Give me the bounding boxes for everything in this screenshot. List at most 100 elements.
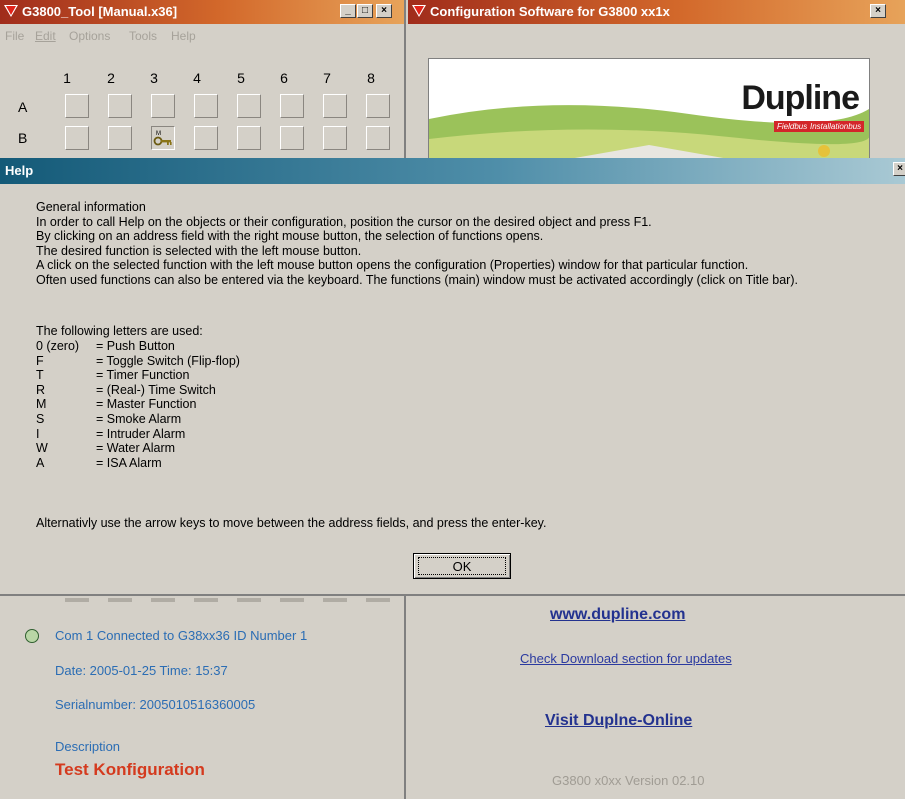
- letter-row: I = Intruder Alarm: [36, 427, 240, 442]
- address-cell-b2[interactable]: [108, 126, 132, 150]
- letter-key: I: [36, 426, 40, 441]
- config-window-title: Configuration Software for G3800 xx1x: [430, 4, 670, 19]
- column-header: 5: [237, 70, 245, 86]
- letter-key: W: [36, 441, 48, 456]
- menu-help[interactable]: Help: [171, 29, 196, 43]
- main-window-title: G3800_Tool [Manual.x36]: [22, 4, 178, 19]
- letter-value: = Toggle Switch (Flip-flop): [96, 353, 240, 368]
- letter-value: = Water Alarm: [96, 441, 176, 456]
- letter-row: 0 (zero) = Push Button: [36, 339, 240, 354]
- description-value: Test Konfiguration: [55, 760, 205, 779]
- column-header: 8: [367, 70, 375, 86]
- logo-tag-installationbus: Installationbus: [807, 121, 865, 132]
- menu-tools[interactable]: Tools: [129, 29, 157, 43]
- master-key-icon: M: [153, 131, 172, 146]
- column-header: 4: [193, 70, 201, 86]
- download-link[interactable]: Check Download section for updates: [520, 651, 732, 666]
- help-line: General information: [36, 200, 146, 214]
- help-line: By clicking on an address field with the…: [36, 229, 544, 244]
- letter-key: 0 (zero): [36, 339, 80, 353]
- address-cell-a3[interactable]: [151, 94, 175, 118]
- description-label: Description: [55, 739, 121, 754]
- letter-value: = Push Button: [96, 339, 175, 353]
- letter-value: = Timer Function: [96, 368, 190, 383]
- address-cell-b5[interactable]: [237, 126, 261, 150]
- letter-row: R = (Real-) Time Switch: [36, 383, 240, 398]
- letter-key: T: [36, 368, 44, 383]
- address-cell-a7[interactable]: [323, 94, 347, 118]
- menu-bar: File Edit Options Tools Help: [0, 26, 404, 46]
- ok-button[interactable]: OK: [413, 553, 511, 579]
- column-header: 7: [323, 70, 331, 86]
- address-cell-a1[interactable]: [65, 94, 89, 118]
- letter-value: = (Real-) Time Switch: [96, 382, 216, 397]
- help-close-button[interactable]: ×: [893, 162, 905, 176]
- letter-value: = Intruder Alarm: [96, 426, 186, 441]
- column-header: 2: [107, 70, 115, 86]
- letter-row: M = Master Function: [36, 397, 240, 412]
- letters-list: 0 (zero) = Push Button F = Toggle Switch (…: [36, 339, 240, 470]
- address-cell-b7[interactable]: [323, 126, 347, 150]
- letter-value: = ISA Alarm: [96, 455, 162, 470]
- address-cell-a6[interactable]: [280, 94, 304, 118]
- minimize-button[interactable]: _: [340, 4, 356, 18]
- menu-edit[interactable]: Edit: [35, 29, 56, 43]
- logo-tag-fieldbus: Fieldbus: [774, 121, 811, 132]
- help-line: In order to call Help on the objects or …: [36, 214, 652, 229]
- help-intro: General information In order to call Hel…: [36, 200, 798, 288]
- help-line: The desired function is selected with th…: [36, 243, 362, 258]
- letter-row: T = Timer Function: [36, 368, 240, 383]
- address-cell-a8[interactable]: [366, 94, 390, 118]
- help-footer: Alternativly use the arrow keys to move …: [36, 516, 547, 530]
- version-text: G3800 x0xx Version 02.10: [552, 773, 705, 788]
- help-titlebar[interactable]: Help ×: [0, 158, 905, 184]
- address-cell-b8[interactable]: [366, 126, 390, 150]
- help-line: A click on the selected function with th…: [36, 258, 749, 273]
- letter-value: = Smoke Alarm: [96, 411, 182, 426]
- letter-row: S = Smoke Alarm: [36, 412, 240, 427]
- online-link[interactable]: Visit Duplne-Online: [545, 712, 692, 730]
- address-row-hidden: [65, 598, 395, 602]
- svg-text:M: M: [156, 131, 161, 137]
- column-header: 1: [63, 70, 71, 86]
- serial-number-text: Serialnumber: 2005010516360005: [55, 697, 256, 712]
- letter-key: F: [36, 353, 44, 368]
- dupline-banner: Dupline Fieldbus Installationbus: [428, 58, 870, 160]
- address-cell-b4[interactable]: [194, 126, 218, 150]
- help-dialog: Help × General information In order to c…: [0, 158, 905, 596]
- dupline-logo: Dupline: [741, 79, 860, 117]
- ok-button-label: OK: [418, 557, 506, 575]
- letter-row: W = Water Alarm: [36, 441, 240, 456]
- letter-row: F = Toggle Switch (Flip-flop): [36, 354, 240, 369]
- address-cell-b6[interactable]: [280, 126, 304, 150]
- config-window-titlebar[interactable]: Configuration Software for G3800 xx1x ×: [408, 0, 905, 24]
- letters-heading: The following letters are used:: [36, 324, 203, 338]
- letter-row: A = ISA Alarm: [36, 456, 240, 471]
- help-line: Often used functions can also be entered…: [36, 272, 798, 287]
- menu-file[interactable]: File: [5, 29, 24, 43]
- maximize-button[interactable]: □: [357, 4, 373, 18]
- close-button[interactable]: ×: [376, 4, 392, 18]
- column-header: 6: [280, 70, 288, 86]
- connection-status-led: [25, 629, 39, 643]
- config-close-button[interactable]: ×: [870, 4, 886, 18]
- letter-key: M: [36, 397, 47, 412]
- address-cell-b1[interactable]: [65, 126, 89, 150]
- app-logo-icon-inner: [6, 6, 16, 15]
- row-header: A: [18, 99, 28, 115]
- connection-status-text: Com 1 Connected to G38xx36 ID Number 1: [55, 628, 308, 643]
- address-cell-a4[interactable]: [194, 94, 218, 118]
- app-logo-icon-inner: [414, 6, 424, 15]
- main-window-titlebar[interactable]: G3800_Tool [Manual.x36] _ □ ×: [0, 0, 404, 24]
- address-cell-a2[interactable]: [108, 94, 132, 118]
- address-cell-a5[interactable]: [237, 94, 261, 118]
- letter-key: S: [36, 411, 45, 426]
- website-link[interactable]: www.dupline.com: [550, 606, 685, 624]
- row-header: B: [18, 130, 28, 146]
- letter-value: = Master Function: [96, 397, 197, 412]
- menu-options[interactable]: Options: [69, 29, 110, 43]
- datetime-text: Date: 2005-01-25 Time: 15:37: [55, 663, 228, 678]
- address-cell-b3[interactable]: M: [151, 126, 175, 150]
- help-title: Help: [5, 163, 34, 178]
- letter-key: R: [36, 382, 46, 397]
